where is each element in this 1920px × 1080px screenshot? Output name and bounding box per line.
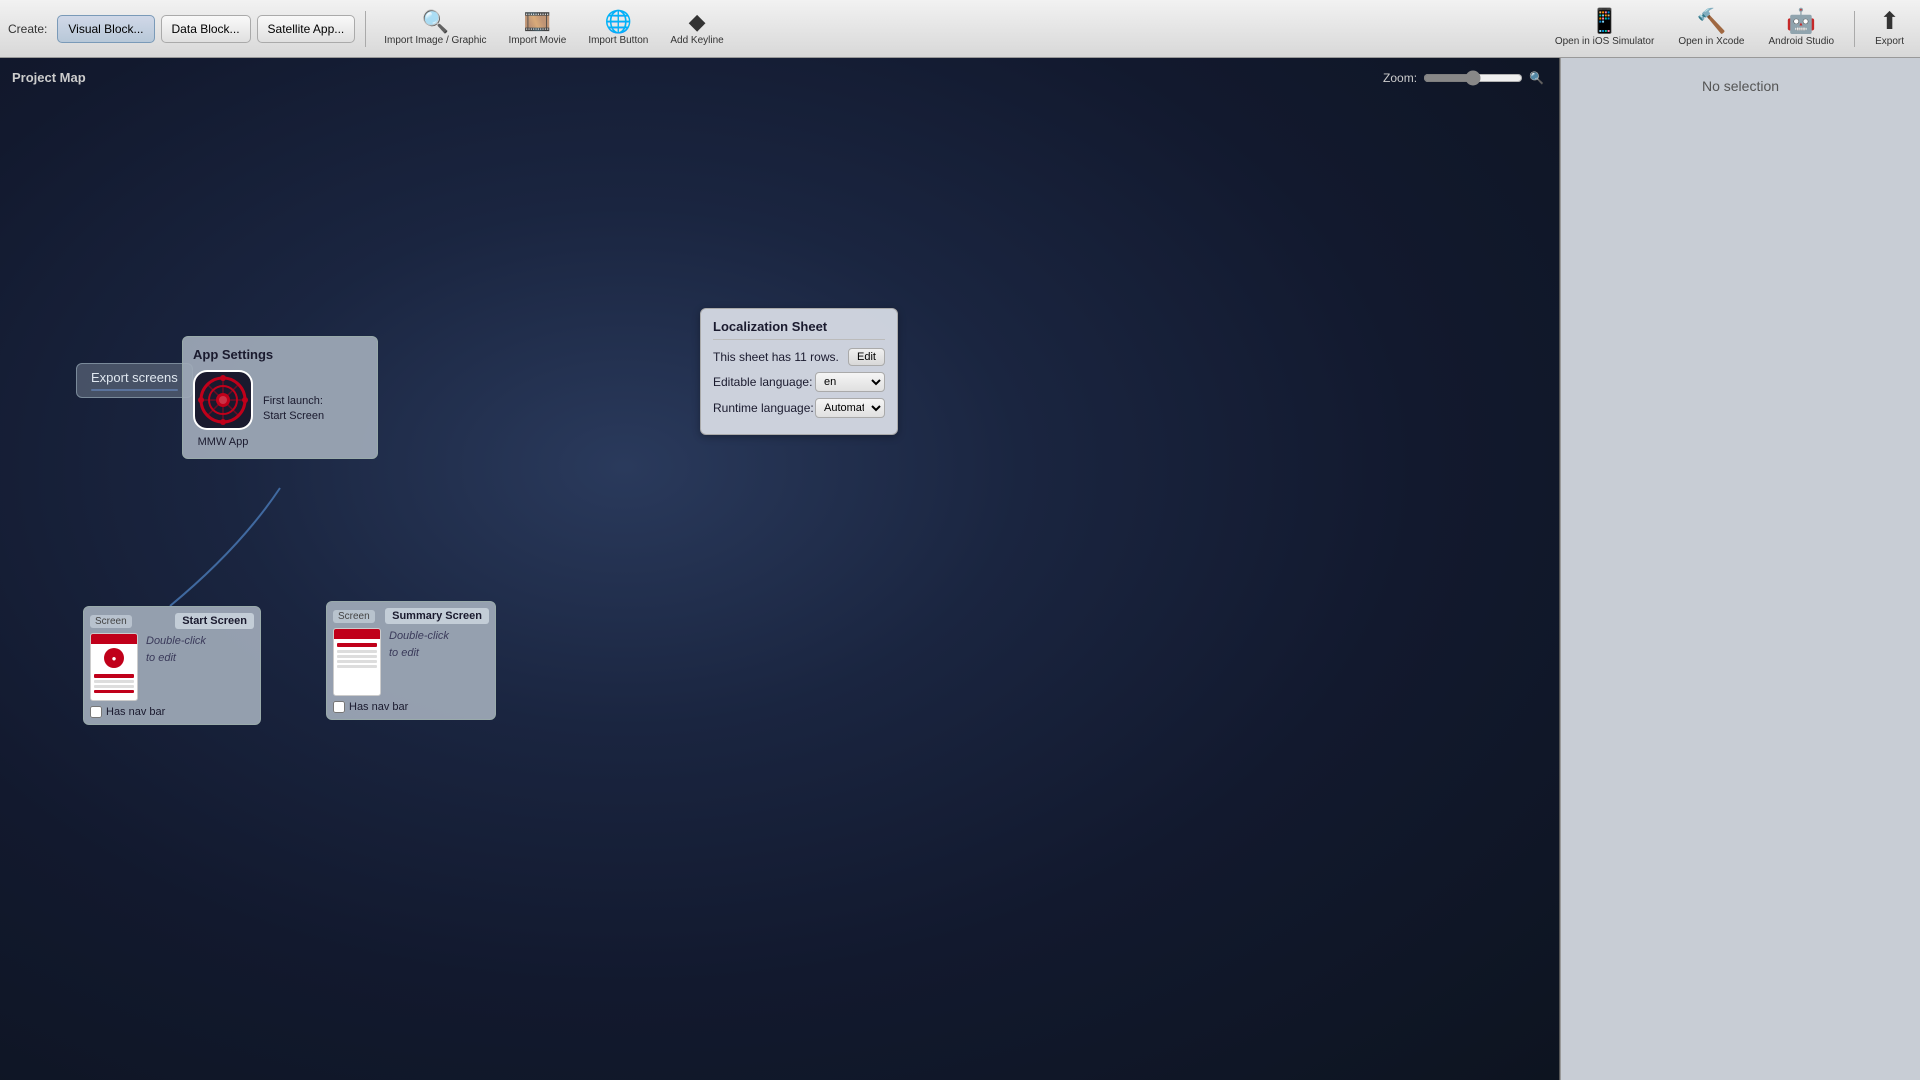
toolbar-right: 📱 Open in iOS Simulator 🔨 Open in Xcode … — [1547, 8, 1912, 49]
app-name: MMW App — [193, 436, 253, 448]
main-layout: Project Map Zoom: 🔍 Export screens App S… — [0, 58, 1920, 1080]
start-screen-nav-bar-checkbox[interactable] — [90, 706, 102, 718]
start-screen-footer: Has nav bar — [90, 706, 254, 718]
start-screen-header: Screen Start Screen — [90, 613, 254, 629]
keyline-icon: ◆ — [689, 11, 706, 33]
launch-info: First launch: Start Screen — [263, 394, 324, 425]
summary-screen-footer: Has nav bar — [333, 701, 489, 713]
summary-screen-type: Screen — [333, 610, 375, 623]
android-studio-btn[interactable]: 🤖 Android Studio — [1760, 8, 1842, 49]
export-icon: ⬆ — [1879, 10, 1899, 34]
satellite-app-btn[interactable]: Satellite App... — [257, 15, 356, 43]
film-icon: 🎞️ — [524, 11, 551, 33]
canvas-background — [0, 58, 1560, 1080]
start-screen-preview: ● — [90, 633, 138, 701]
summary-screen-preview — [333, 628, 381, 696]
app-icon — [193, 370, 253, 430]
no-selection-label: No selection — [1702, 78, 1779, 94]
loc-rows-info-row: This sheet has 11 rows. Edit — [713, 348, 885, 366]
start-screen-type: Screen — [90, 615, 132, 628]
globe-icon: 🌐 — [605, 11, 632, 33]
summary-screen-nav-bar-checkbox[interactable] — [333, 701, 345, 713]
app-settings-card: App Settings — [182, 336, 378, 459]
create-label: Create: — [8, 22, 47, 36]
loc-edit-btn[interactable]: Edit — [848, 348, 885, 366]
canvas-area[interactable]: Project Map Zoom: 🔍 Export screens App S… — [0, 58, 1560, 1080]
loc-sheet-title: Localization Sheet — [713, 319, 885, 340]
summary-screen-header: Screen Summary Screen — [333, 608, 489, 624]
start-screen-name: Start Screen — [175, 613, 254, 629]
summary-screen-body: Double-click to edit — [333, 628, 489, 696]
app-settings-title: App Settings — [193, 347, 367, 362]
ios-sim-icon: 📱 — [1590, 10, 1620, 34]
canvas-divider — [1559, 58, 1560, 1080]
add-keyline-btn[interactable]: ◆ Add Keyline — [662, 9, 731, 48]
export-btn[interactable]: ⬆ Export — [1867, 8, 1912, 49]
localization-sheet-panel: Localization Sheet This sheet has 11 row… — [700, 308, 898, 435]
summary-screen-card[interactable]: Screen Summary Screen Double-click — [326, 601, 496, 720]
loc-editable-lang-label: Editable language: — [713, 375, 815, 389]
loc-editable-lang-select[interactable]: en de fr — [815, 372, 885, 392]
separator-1 — [365, 11, 366, 47]
loc-runtime-lang-select[interactable]: Automatic en de — [815, 398, 885, 418]
import-button-btn[interactable]: 🌐 Import Button — [580, 9, 656, 48]
summary-screen-info: Double-click to edit — [389, 628, 489, 661]
zoom-label: Zoom: — [1383, 71, 1417, 85]
search-icon: 🔍 — [422, 11, 449, 33]
xcode-icon: 🔨 — [1696, 10, 1726, 34]
import-movie-btn[interactable]: 🎞️ Import Movie — [501, 9, 575, 48]
open-xcode-btn[interactable]: 🔨 Open in Xcode — [1670, 8, 1752, 49]
separator-2 — [1854, 11, 1855, 47]
import-image-btn[interactable]: 🔍 Import Image / Graphic — [376, 9, 494, 48]
zoom-slider[interactable] — [1423, 70, 1523, 86]
data-block-btn[interactable]: Data Block... — [161, 15, 251, 43]
loc-runtime-lang-label: Runtime language: — [713, 401, 815, 415]
loc-runtime-lang-row: Runtime language: Automatic en de — [713, 398, 885, 418]
start-screen-card[interactable]: Screen Start Screen ● — [83, 606, 261, 725]
start-screen-info: Double-click to edit — [146, 633, 254, 666]
zoom-control: Zoom: 🔍 — [1383, 70, 1544, 86]
loc-editable-lang-row: Editable language: en de fr — [713, 372, 885, 392]
zoom-icon: 🔍 — [1529, 71, 1544, 85]
visual-block-btn[interactable]: Visual Block... — [57, 15, 154, 43]
loc-rows-info: This sheet has 11 rows. — [713, 350, 848, 364]
toolbar: Create: Visual Block... Data Block... Sa… — [0, 0, 1920, 58]
android-icon: 🤖 — [1786, 10, 1816, 34]
summary-screen-name: Summary Screen — [385, 608, 489, 624]
right-panel: No selection — [1560, 58, 1920, 1080]
project-map-title: Project Map — [12, 70, 86, 85]
export-screens-button[interactable]: Export screens — [76, 363, 193, 398]
start-screen-body: ● Double-click to edit — [90, 633, 254, 701]
app-settings-body: MMW App First launch: Start Screen — [193, 370, 367, 448]
open-ios-btn[interactable]: 📱 Open in iOS Simulator — [1547, 8, 1663, 49]
